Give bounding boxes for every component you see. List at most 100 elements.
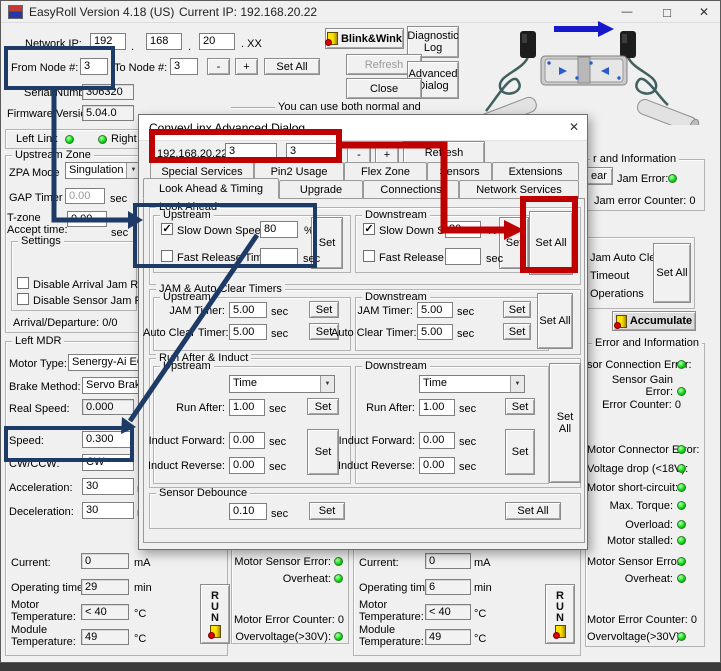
motor-temp-label2: Temperature: <box>11 611 76 623</box>
close-button[interactable]: Close <box>346 78 422 99</box>
motor-short-circuit-label: Motor short-circuit: <box>587 482 679 494</box>
mid-motor-sensor-error-label: Motor Sensor Error: <box>234 556 331 568</box>
run-icon <box>207 624 221 639</box>
motor-error-counter-label: Motor Error Counter: 0 <box>587 614 698 626</box>
accumulate-icon <box>613 314 627 329</box>
dialog-node-to-input[interactable]: 3 <box>286 143 338 161</box>
motor-short-circuit-led <box>677 483 686 492</box>
motor-temp2-label1: Motor <box>359 599 388 611</box>
operations-label: Operations <box>590 288 644 300</box>
window-title: EasyRoll Version 4.18 (US) <box>29 5 175 19</box>
jam-error-label: Jam Error: <box>617 173 669 185</box>
current2-value: 0 <box>425 553 471 569</box>
tab-sensors[interactable]: Sensors <box>427 162 492 180</box>
ip-dot1: . <box>131 41 135 53</box>
dialog-ip-label: 192.168.20.22 <box>157 148 228 160</box>
run-button-left[interactable]: RUN <box>200 584 230 644</box>
gap-timer-label: GAP Timer <box>9 192 63 204</box>
motor-stalled-led <box>677 536 686 545</box>
tab-flex-zone[interactable]: Flex Zone <box>344 162 427 180</box>
ip-octet2-input[interactable]: 168 <box>146 33 182 50</box>
motor-connector-error-label: Motor Connector Error: <box>587 444 700 456</box>
accumulate-button[interactable]: Accumulate <box>612 311 696 331</box>
current-value: 0 <box>81 553 129 569</box>
mid-motor-error-counter: Motor Error Counter: 0 <box>233 614 344 626</box>
motor-temp2-label2: Temperature: <box>359 611 424 623</box>
real-speed-label: Real Speed: <box>9 403 70 415</box>
tab-upgrade[interactable]: Upgrade <box>279 180 363 198</box>
motor-sensor-error-label: Motor Sensor Error: <box>587 556 684 568</box>
module-temp2-label2: Temperature: <box>359 636 424 648</box>
sensor-connection-error-led <box>677 360 686 369</box>
mid-overheat-label: Overheat: <box>282 573 331 585</box>
overload-label: Overload: <box>625 519 673 531</box>
ip-octet3-input[interactable]: 20 <box>199 33 235 50</box>
motor-connector-error-led <box>677 445 686 454</box>
sensor-gain-error-led <box>677 387 686 396</box>
motor-temp-value: < 40 <box>81 604 129 620</box>
jam-info-title: r and Information <box>590 154 680 165</box>
disable-sensor-jam-checkbox[interactable] <box>17 293 29 305</box>
max-torque-label: Max. Torque: <box>609 500 673 512</box>
disable-arrival-jam-checkbox[interactable] <box>17 277 29 289</box>
motor-temp2-value: < 40 <box>425 604 471 620</box>
dialog-node-from-input[interactable]: 3 <box>225 143 277 161</box>
node-set-all-button[interactable]: Set All <box>264 58 320 75</box>
module-temp-unit: °C <box>134 633 147 645</box>
optime2-unit: min <box>474 582 492 594</box>
jam-set-all-button[interactable]: Set All <box>653 243 691 303</box>
to-node-input[interactable]: 3 <box>170 58 198 75</box>
overload-led <box>677 520 686 529</box>
node-minus-button[interactable]: - <box>207 58 230 75</box>
timeout-label: Timeout <box>590 270 630 282</box>
ip-dot2: . <box>188 41 192 53</box>
optime-value: 29 <box>81 579 129 595</box>
upstream-zone-title: Upstream Zone <box>12 150 94 161</box>
arrival-departure-label: Arrival/Departure: 0/0 <box>13 317 118 329</box>
brake-method-select[interactable]: Servo Brake <box>82 377 141 394</box>
hint-divider <box>231 107 275 109</box>
speed-input[interactable]: 0.300 <box>82 431 134 448</box>
conveylinx-advanced-dialog: ConveyLinx Advanced Dialog ✕ 192.168.20.… <box>138 114 588 550</box>
gap-timer-unit: sec <box>110 193 128 205</box>
tzone-input[interactable]: 0.00 <box>67 211 107 227</box>
motor-temp-unit: °C <box>134 608 147 620</box>
run-mode-up-select[interactable]: Time ▼ <box>229 375 335 393</box>
tab-network-services[interactable]: Network Services <box>459 180 579 198</box>
dialog-close-icon[interactable]: ✕ <box>569 121 579 133</box>
optime2-label: Operating time: <box>359 582 435 594</box>
blink-wink-button[interactable]: Blink&Wink <box>324 28 404 49</box>
left-link-label: Left Link <box>16 133 58 145</box>
dropdown-arrow-icon: ▼ <box>510 376 524 392</box>
tab-look-ahead-timing[interactable]: Look Ahead & Timing <box>143 178 279 199</box>
overheat-led <box>677 574 686 583</box>
zpa-mode-select[interactable]: Singulation ▼ <box>65 162 141 179</box>
jam-error-led <box>668 174 677 183</box>
from-node-input[interactable]: 3 <box>80 58 108 75</box>
overheat-label: Overheat: <box>624 573 673 585</box>
node-plus-button[interactable]: + <box>235 58 258 75</box>
acceleration-label: Acceleration: <box>9 482 73 494</box>
clear-button[interactable]: ear <box>585 167 613 185</box>
module-temp-label2: Temperature: <box>11 636 76 648</box>
run-button-right[interactable]: RUN <box>545 584 575 644</box>
hint-text: You can use both normal and <box>278 101 421 113</box>
to-node-label: To Node #: <box>114 62 168 74</box>
acceleration-input[interactable]: 30 <box>82 478 134 495</box>
gap-timer-input[interactable]: 0.00 <box>65 188 105 204</box>
easyroll-window: EasyRoll Version 4.18 (US) Current IP: 1… <box>0 0 721 663</box>
tab-connections[interactable]: Connections <box>363 180 459 198</box>
tab-extensions[interactable]: Extensions <box>492 162 579 180</box>
motor-type-select[interactable]: Senergy-Ai ECO <box>68 354 141 371</box>
sensor-connection-error-label: sor Connection Error: <box>587 359 692 371</box>
mid-motor-sensor-error-led <box>334 557 343 566</box>
cwccw-select[interactable]: CW <box>82 454 134 471</box>
tzone-unit: sec <box>111 227 129 239</box>
motor-sensor-error-led <box>677 557 686 566</box>
optime-label: Operating time: <box>11 582 87 594</box>
run-mode-down-select[interactable]: Time ▼ <box>419 375 525 393</box>
left-mdr-title: Left MDR <box>12 336 65 347</box>
tzone-label-1: T-zone <box>7 212 41 224</box>
ip-octet1-input[interactable]: 192 <box>90 33 126 50</box>
deceleration-input[interactable]: 30 <box>82 502 134 519</box>
